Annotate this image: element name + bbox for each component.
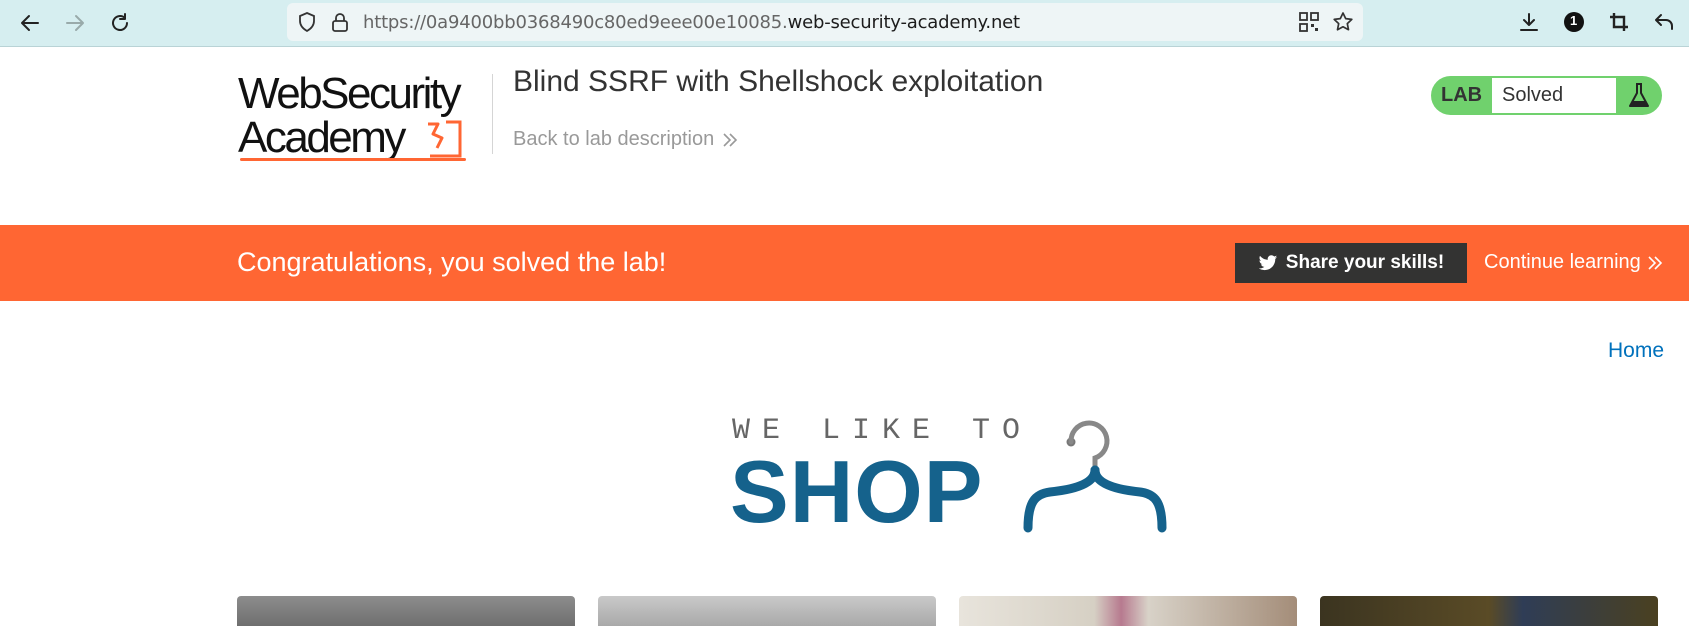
- lab-status-badge: LAB Solved: [1431, 76, 1662, 115]
- share-skills-button[interactable]: Share your skills!: [1235, 243, 1467, 283]
- product-image[interactable]: [1320, 596, 1658, 626]
- flask-icon: [1624, 80, 1654, 111]
- double-chevron-right-icon: [1648, 255, 1662, 270]
- forward-arrow-icon[interactable]: [61, 9, 89, 37]
- url-text[interactable]: https://0a9400bb0368490c80ed9eee00e10085…: [363, 12, 1020, 33]
- double-chevron-right-icon: [723, 132, 738, 147]
- banner-message: Congratulations, you solved the lab!: [237, 247, 667, 277]
- coat-hanger-icon: [1020, 410, 1170, 540]
- logo-underline: [240, 158, 466, 161]
- congratulations-banner: Congratulations, you solved the lab! Sha…: [0, 225, 1689, 301]
- bookmark-star-icon[interactable]: [1332, 11, 1354, 33]
- continue-learning-link[interactable]: Continue learning: [1484, 251, 1663, 274]
- lab-label: LAB: [1441, 84, 1483, 106]
- lock-icon[interactable]: [329, 11, 351, 33]
- product-grid: [237, 596, 1658, 626]
- continue-learning-label: Continue learning: [1484, 251, 1641, 273]
- url-prefix: https://0a9400bb0368490c80ed9eee00e10085…: [363, 12, 788, 33]
- product-image[interactable]: [959, 596, 1297, 626]
- extension-badge-icon[interactable]: 1: [1562, 10, 1586, 34]
- url-domain: web-security-academy.net: [787, 12, 1021, 33]
- logo-line1: WebSecurity: [238, 69, 462, 118]
- extension-badge-count: 1: [1570, 13, 1578, 28]
- shop-logo-title: SHOP: [730, 442, 984, 541]
- qr-code-icon[interactable]: [1298, 11, 1320, 33]
- download-icon[interactable]: [1517, 10, 1541, 34]
- twitter-icon: [1258, 254, 1277, 270]
- address-bar[interactable]: https://0a9400bb0368490c80ed9eee00e10085…: [287, 3, 1363, 41]
- browser-toolbar: https://0a9400bb0368490c80ed9eee00e10085…: [0, 0, 1689, 47]
- lab-status-value: Solved: [1492, 78, 1616, 113]
- share-skills-label: Share your skills!: [1285, 252, 1445, 273]
- back-arrow-icon[interactable]: [16, 9, 44, 37]
- we-like-to-shop-logo: WE LIKE TO SHOP: [730, 410, 1170, 540]
- header-divider: [492, 74, 493, 154]
- product-image[interactable]: [237, 596, 575, 626]
- back-link-label: Back to lab description: [513, 128, 715, 150]
- crop-icon[interactable]: [1607, 10, 1631, 34]
- lab-title: Blind SSRF with Shellshock exploitation: [513, 65, 1044, 98]
- product-image[interactable]: [598, 596, 936, 626]
- logo-bolt-icon: [424, 118, 464, 160]
- shield-icon[interactable]: [296, 11, 318, 33]
- home-link[interactable]: Home: [1608, 339, 1664, 363]
- web-security-academy-logo[interactable]: WebSecurity Academy: [238, 70, 490, 166]
- reload-icon[interactable]: [106, 9, 134, 37]
- undo-arrow-icon[interactable]: [1652, 10, 1676, 34]
- logo-line2: Academy: [238, 113, 406, 162]
- back-to-lab-description-link[interactable]: Back to lab description: [513, 128, 738, 151]
